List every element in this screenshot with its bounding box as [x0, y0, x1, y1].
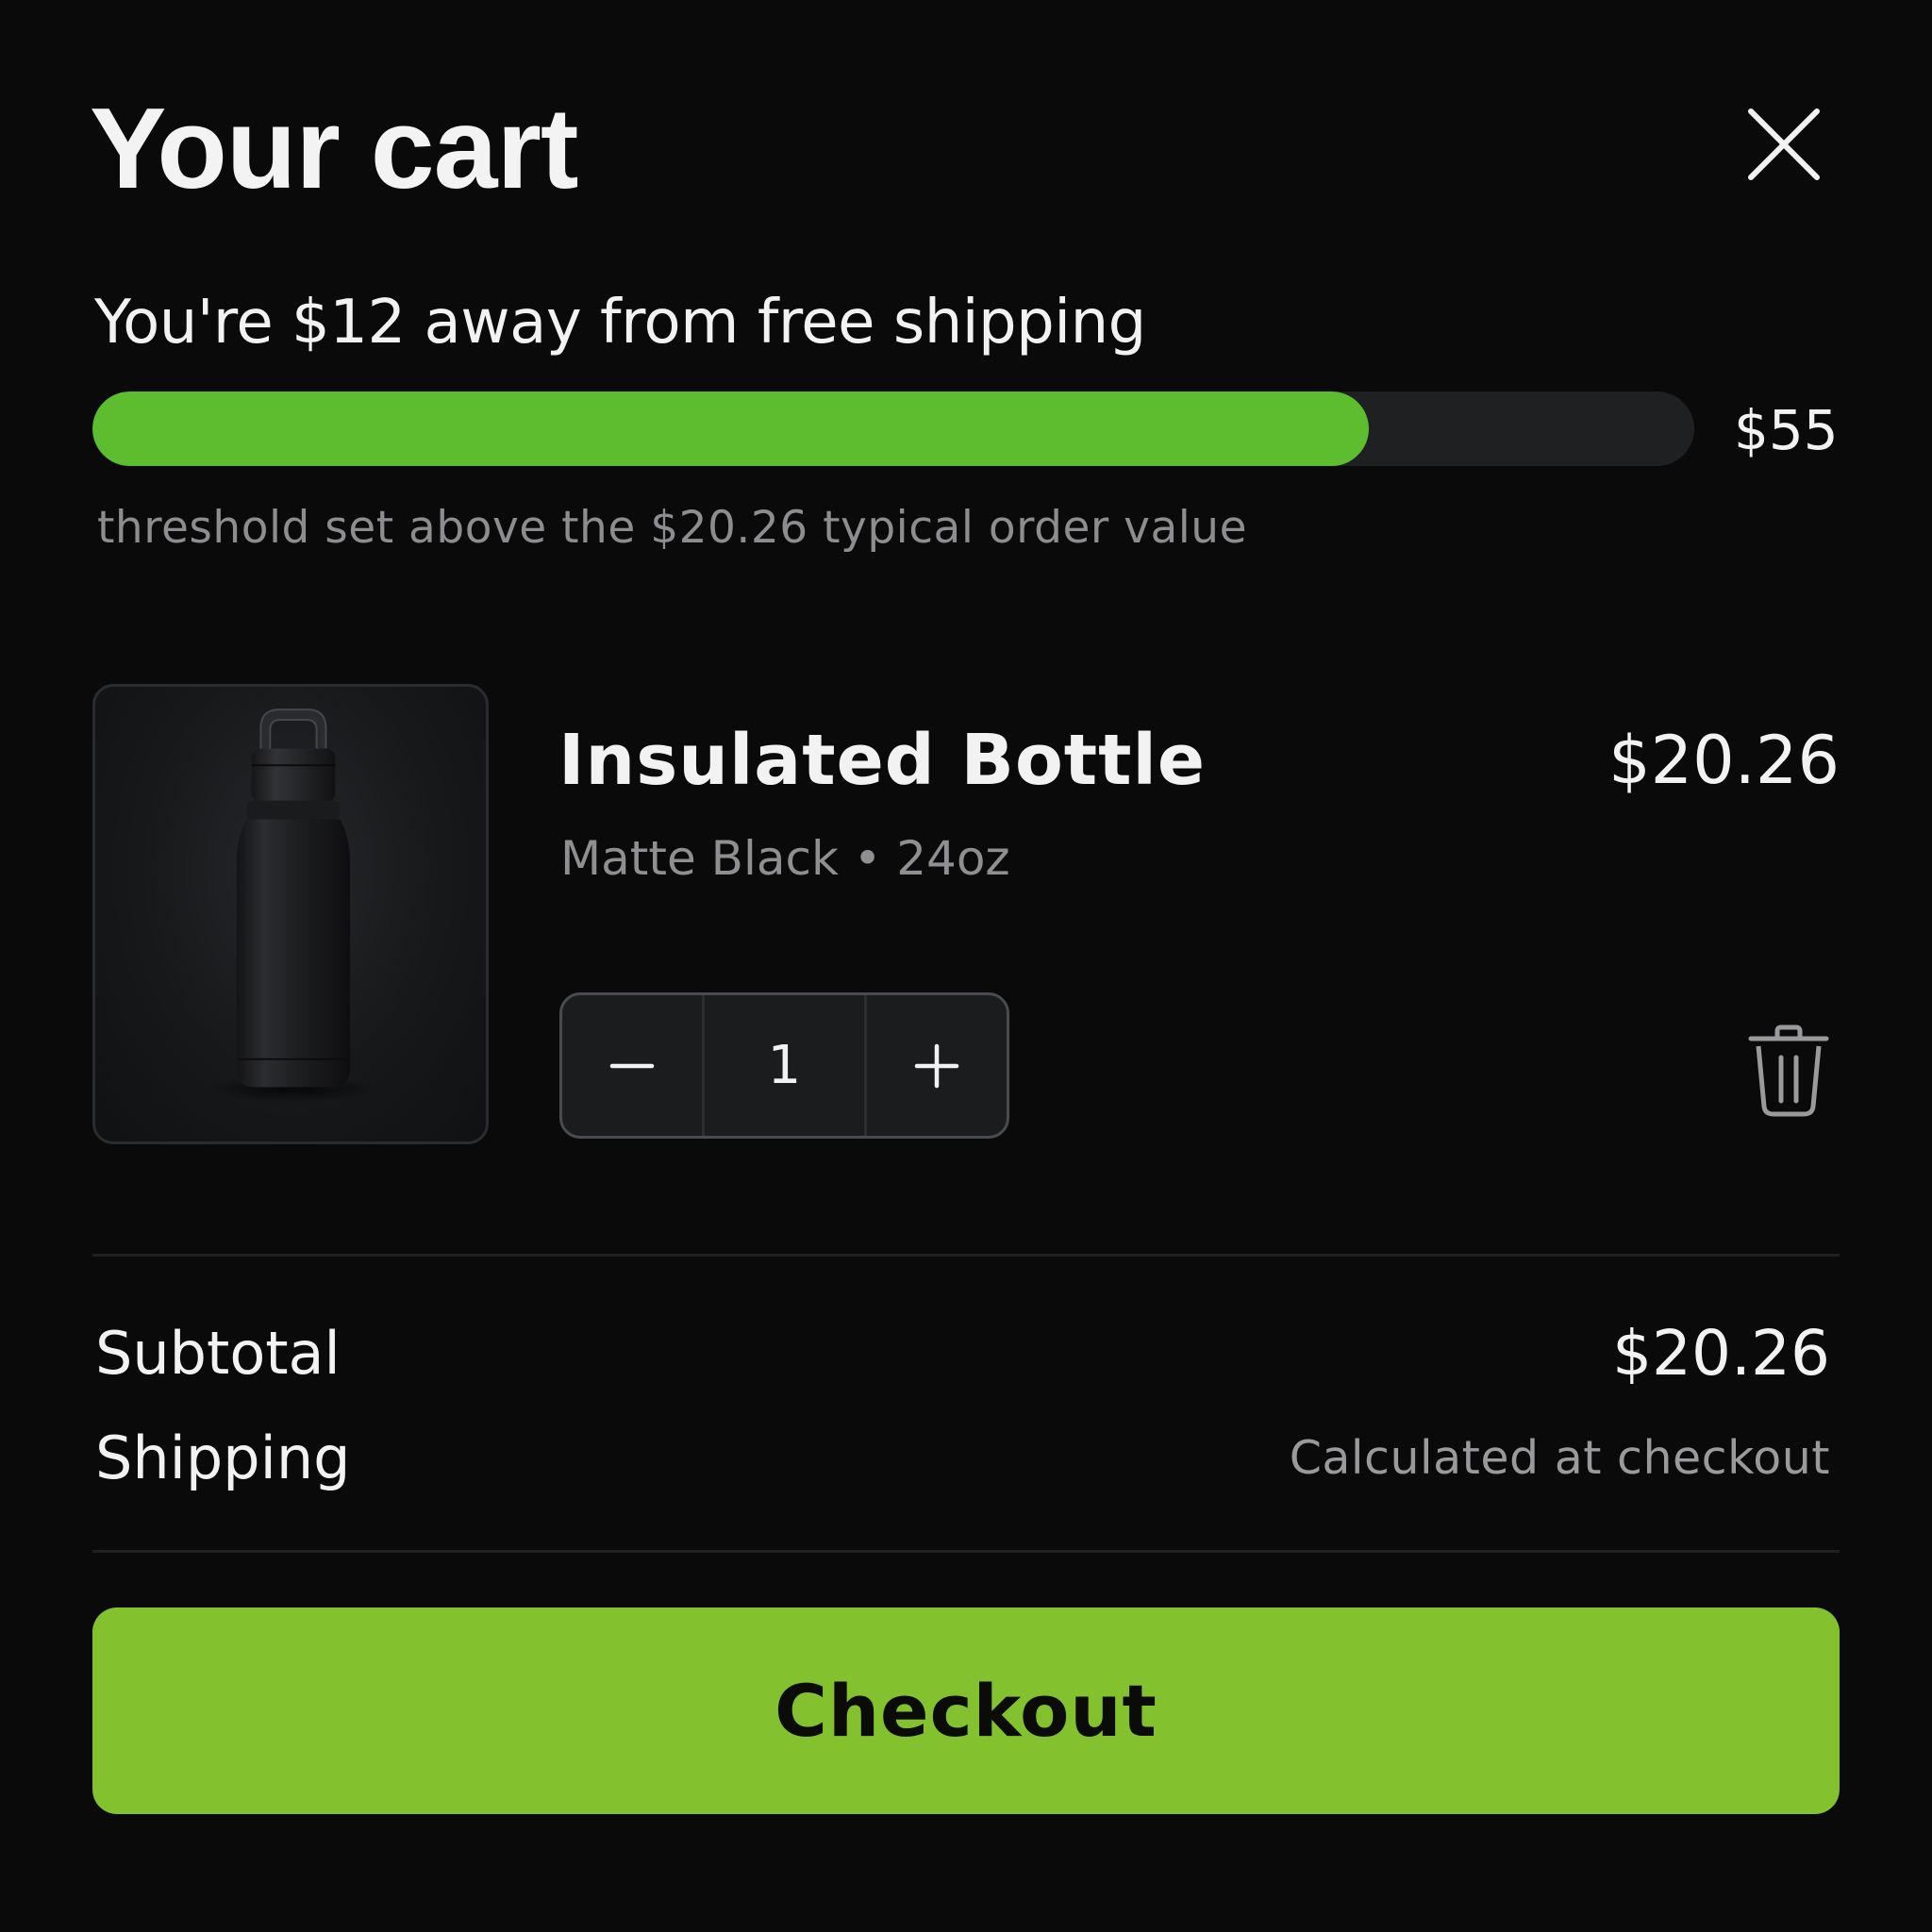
product-image[interactable]	[92, 684, 489, 1144]
divider	[92, 1254, 1840, 1257]
divider	[92, 1550, 1840, 1553]
cart-title: Your cart	[90, 84, 579, 212]
checkout-label: Checkout	[774, 1669, 1158, 1753]
quantity-value[interactable]: 1	[702, 995, 867, 1136]
close-button[interactable]	[1745, 106, 1823, 183]
subtotal-label: Subtotal	[95, 1319, 341, 1388]
cart-drawer: Your cart You're $12 away from free ship…	[0, 0, 1932, 1932]
free-shipping-goal: $55	[1734, 398, 1839, 462]
trash-icon	[1748, 1024, 1829, 1117]
subtotal-value: $20.26	[1612, 1317, 1830, 1390]
shipping-value: Calculated at checkout	[1289, 1431, 1830, 1485]
plus-icon	[914, 1043, 959, 1088]
bottle-image	[204, 708, 381, 1103]
free-shipping-progress-fill	[92, 391, 1370, 466]
minus-icon	[609, 1063, 655, 1068]
increment-quantity-button[interactable]	[867, 995, 1007, 1136]
product-price: $20.26	[1608, 722, 1840, 799]
threshold-note: threshold set above the $20.26 typical o…	[97, 502, 1248, 554]
checkout-button[interactable]: Checkout	[92, 1607, 1840, 1814]
decrement-quantity-button[interactable]	[562, 995, 702, 1136]
product-variant: Matte Black • 24oz	[560, 831, 1010, 886]
shipping-label: Shipping	[95, 1424, 351, 1492]
product-name[interactable]: Insulated Bottle	[558, 717, 1206, 804]
free-shipping-progress-bar	[92, 391, 1694, 466]
free-shipping-message: You're $12 away from free shipping	[94, 288, 1146, 358]
remove-item-button[interactable]	[1745, 1024, 1832, 1118]
quantity-stepper: 1	[559, 992, 1009, 1139]
close-icon	[1748, 108, 1820, 180]
